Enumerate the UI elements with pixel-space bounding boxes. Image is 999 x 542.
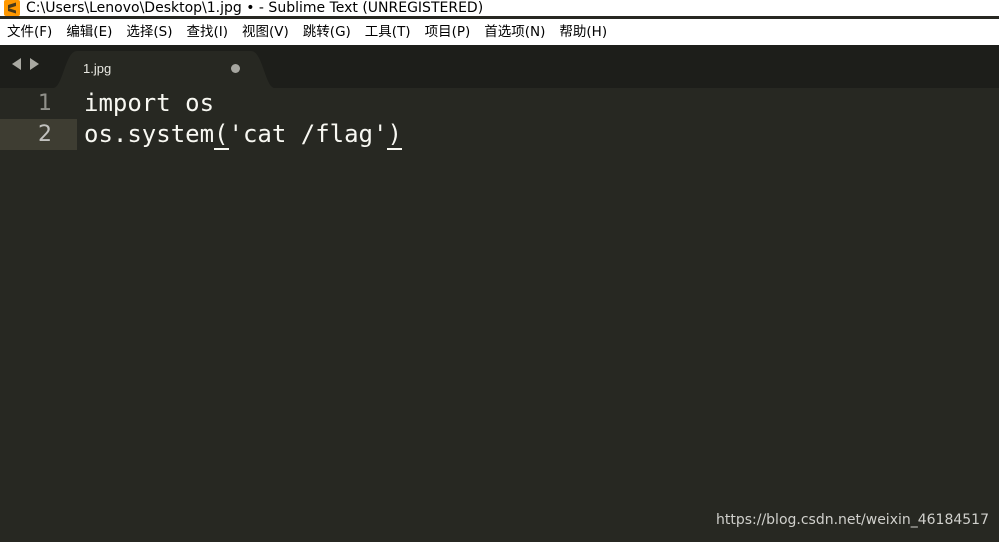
tab-bar: 1.jpg xyxy=(0,45,999,88)
menu-help[interactable]: 帮助(H) xyxy=(552,19,614,45)
menu-file[interactable]: 文件(F) xyxy=(0,19,59,45)
tab-1-jpg[interactable]: 1.jpg xyxy=(53,51,275,88)
code-string: 'cat /flag' xyxy=(228,120,388,148)
menu-tools[interactable]: 工具(T) xyxy=(358,19,418,45)
code-line: 1 import os xyxy=(0,88,999,119)
code-segment: os.system xyxy=(84,120,215,148)
menu-find[interactable]: 查找(I) xyxy=(180,19,236,45)
open-paren: ( xyxy=(214,120,229,150)
code-line-current: 2 os.system('cat /flag') xyxy=(0,119,999,150)
tab-label: 1.jpg xyxy=(83,61,112,76)
tab-nav-arrows xyxy=(12,58,39,70)
code-text[interactable]: os.system('cat /flag') xyxy=(84,119,402,150)
arrow-right-icon[interactable] xyxy=(30,58,39,70)
arrow-left-icon[interactable] xyxy=(12,58,21,70)
menu-project[interactable]: 项目(P) xyxy=(418,19,478,45)
menu-selection[interactable]: 选择(S) xyxy=(119,19,179,45)
code-text[interactable]: import os xyxy=(84,88,214,119)
sublime-text-icon xyxy=(4,0,20,16)
menu-bar: 文件(F) 编辑(E) 选择(S) 查找(I) 视图(V) 跳转(G) 工具(T… xyxy=(0,19,999,45)
close-paren: ) xyxy=(387,120,402,150)
code-segment: import os xyxy=(84,89,215,117)
line-number: 2 xyxy=(38,122,52,147)
editor[interactable]: 1 import os 2 os.system('cat /flag') xyxy=(0,88,999,542)
title-bar: C:\Users\Lenovo\Desktop\1.jpg • - Sublim… xyxy=(0,0,999,16)
menu-goto[interactable]: 跳转(G) xyxy=(296,19,358,45)
menu-view[interactable]: 视图(V) xyxy=(235,19,296,45)
menu-edit[interactable]: 编辑(E) xyxy=(59,19,119,45)
menu-preferences[interactable]: 首选项(N) xyxy=(477,19,552,45)
unsaved-dot-icon[interactable] xyxy=(231,64,240,73)
watermark: https://blog.csdn.net/weixin_46184517 xyxy=(715,512,989,528)
line-number: 1 xyxy=(38,91,52,116)
window-title: C:\Users\Lenovo\Desktop\1.jpg • - Sublim… xyxy=(26,0,484,16)
